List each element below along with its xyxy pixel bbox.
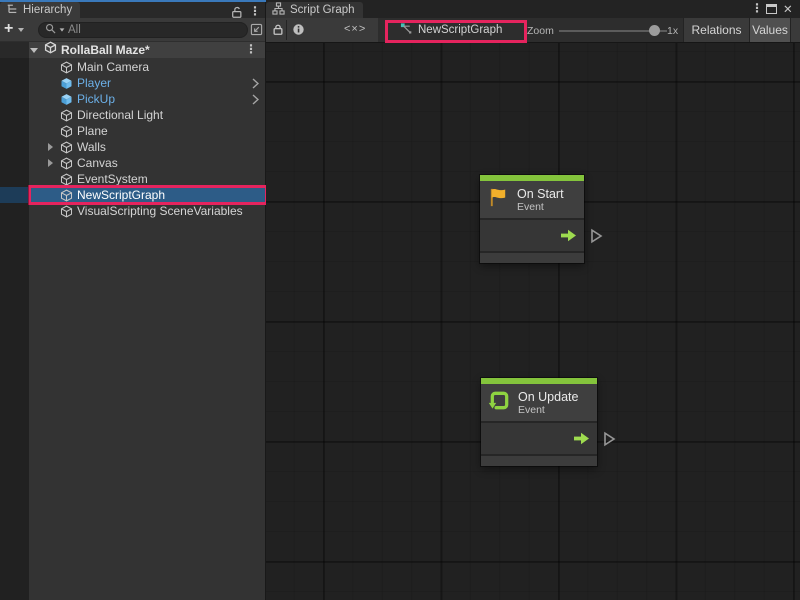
toolbar-separator bbox=[286, 20, 287, 40]
scene-foldout-icon[interactable] bbox=[30, 48, 38, 53]
relations-toggle-button[interactable]: Relations bbox=[684, 18, 749, 42]
item-label: VisualScripting SceneVariables bbox=[77, 204, 243, 218]
gameobject-cube-icon bbox=[59, 172, 73, 186]
values-toggle-button[interactable]: Values bbox=[750, 18, 790, 42]
tab-script-graph-label: Script Graph bbox=[290, 4, 355, 16]
hierarchy-tree: RollaBall Maze* ⋮ Main Camera Player PickU… bbox=[0, 42, 265, 600]
graph-canvas[interactable]: On StartEventOn UpdateEvent bbox=[266, 43, 800, 600]
script-graph-tabstrip: Script Graph ⋮ ✕ bbox=[266, 0, 800, 18]
hierarchy-item-eventsystem[interactable]: EventSystem bbox=[0, 171, 265, 187]
search-type-caret-icon[interactable] bbox=[60, 28, 65, 31]
zoom-slider-handle[interactable] bbox=[649, 25, 660, 36]
node-header: On UpdateEvent bbox=[481, 384, 597, 421]
hierarchy-icon bbox=[6, 3, 18, 18]
node-subtitle: Event bbox=[517, 201, 564, 213]
item-label: Directional Light bbox=[77, 108, 163, 122]
zoom-label: Zoom bbox=[527, 25, 554, 37]
item-label: NewScriptGraph bbox=[77, 188, 165, 202]
unity-editor: Hierarchy ⋮ + All RollaBall Maze* ⋮ Main… bbox=[0, 0, 800, 600]
dim-toggle-button[interactable]: Dim bbox=[791, 18, 800, 42]
output-port-triangle-icon[interactable] bbox=[590, 228, 603, 249]
hierarchy-search-input[interactable]: All bbox=[38, 22, 248, 38]
item-label: Walls bbox=[77, 140, 106, 154]
node-port-row bbox=[481, 423, 597, 454]
output-port-triangle-icon[interactable] bbox=[603, 431, 616, 452]
maximize-icon[interactable] bbox=[766, 4, 777, 14]
tab-hierarchy-label: Hierarchy bbox=[23, 4, 72, 16]
gameobject-cube-icon bbox=[59, 188, 73, 202]
scene-menu-kebab-icon[interactable]: ⋮ bbox=[245, 44, 257, 55]
script-graph-icon bbox=[272, 2, 285, 18]
item-label: Canvas bbox=[77, 156, 118, 170]
item-label: PickUp bbox=[77, 92, 115, 106]
hierarchy-item-player[interactable]: Player bbox=[0, 75, 265, 91]
gameobject-cube-icon bbox=[59, 204, 73, 218]
lock-icon[interactable] bbox=[272, 23, 284, 41]
hierarchy-item-newscriptgraph[interactable]: NewScriptGraph bbox=[0, 187, 265, 203]
item-label: Player bbox=[77, 76, 111, 90]
scene-name: RollaBall Maze* bbox=[61, 43, 150, 57]
create-dropdown-caret-icon[interactable] bbox=[18, 28, 24, 32]
hierarchy-toolbar: + All bbox=[0, 18, 265, 42]
gameobject-cube-icon bbox=[59, 124, 73, 138]
zoom-control: Zoom 1x bbox=[521, 18, 686, 42]
info-icon[interactable] bbox=[292, 23, 305, 41]
gameobject-cube-icon bbox=[59, 140, 73, 154]
hierarchy-panel: Hierarchy ⋮ + All RollaBall Maze* ⋮ Main… bbox=[0, 0, 266, 600]
prefab-open-chevron-icon[interactable] bbox=[252, 94, 259, 108]
gameobject-cube-icon bbox=[59, 60, 73, 74]
tab-script-graph[interactable]: Script Graph bbox=[266, 2, 363, 18]
script-graph-toolbar: <×> NewScriptGraph Zoom 1x Relations Val… bbox=[266, 18, 800, 43]
gameobject-cube-icon bbox=[59, 108, 73, 122]
search-placeholder: All bbox=[68, 23, 81, 37]
hierarchy-item-pickup[interactable]: PickUp bbox=[0, 91, 265, 107]
hierarchy-item-walls[interactable]: Walls bbox=[0, 139, 265, 155]
foldout-icon[interactable] bbox=[45, 159, 55, 167]
item-label: Main Camera bbox=[77, 60, 149, 74]
zoom-value: 1x bbox=[667, 25, 678, 37]
node-footer bbox=[480, 253, 584, 263]
hierarchy-item-main-camera[interactable]: Main Camera bbox=[0, 59, 265, 75]
node-on-update[interactable]: On UpdateEvent bbox=[481, 378, 597, 466]
variables-toggle[interactable]: <×> bbox=[344, 23, 366, 35]
node-subtitle: Event bbox=[518, 404, 578, 416]
hierarchy-tabstrip: Hierarchy ⋮ bbox=[0, 2, 265, 18]
node-port-row bbox=[480, 220, 584, 251]
window-menu-kebab-icon[interactable]: ⋮ bbox=[751, 3, 763, 14]
node-title: On Start bbox=[517, 187, 564, 201]
item-label: EventSystem bbox=[77, 172, 148, 186]
flow-output-arrow-icon[interactable] bbox=[573, 432, 590, 450]
search-icon bbox=[45, 21, 56, 39]
unity-scene-icon bbox=[44, 41, 57, 59]
close-icon[interactable]: ✕ bbox=[783, 2, 793, 16]
node-footer bbox=[481, 456, 597, 466]
item-label: Plane bbox=[77, 124, 108, 138]
flag-icon bbox=[487, 186, 510, 214]
hierarchy-menu-kebab-icon[interactable]: ⋮ bbox=[249, 6, 261, 17]
breadcrumb-label: NewScriptGraph bbox=[418, 24, 502, 36]
prefab-open-chevron-icon[interactable] bbox=[252, 78, 259, 92]
scene-row[interactable]: RollaBall Maze* ⋮ bbox=[0, 42, 265, 58]
hierarchy-item-plane[interactable]: Plane bbox=[0, 123, 265, 139]
node-header: On StartEvent bbox=[480, 181, 584, 218]
hierarchy-item-directional-light[interactable]: Directional Light bbox=[0, 107, 265, 123]
breadcrumb-graph-button[interactable]: NewScriptGraph bbox=[390, 20, 512, 40]
flow-output-arrow-icon[interactable] bbox=[560, 229, 577, 247]
hierarchy-item-canvas[interactable]: Canvas bbox=[0, 155, 265, 171]
foldout-icon[interactable] bbox=[45, 143, 55, 151]
node-title: On Update bbox=[518, 390, 578, 404]
create-object-button[interactable]: + bbox=[4, 21, 13, 37]
tab-hierarchy[interactable]: Hierarchy bbox=[0, 2, 80, 18]
open-search-window-icon[interactable] bbox=[250, 23, 264, 37]
graph-asset-icon bbox=[400, 22, 413, 38]
prefab-cube-icon bbox=[59, 76, 73, 90]
prefab-cube-icon bbox=[59, 92, 73, 106]
script-graph-panel: Script Graph ⋮ ✕ <×> NewScriptGraph Zoom… bbox=[266, 0, 800, 600]
gameobject-cube-icon bbox=[59, 156, 73, 170]
loop-icon bbox=[488, 389, 511, 417]
hierarchy-item-visualscripting-scenevariables[interactable]: VisualScripting SceneVariables bbox=[0, 203, 265, 219]
node-on-start[interactable]: On StartEvent bbox=[480, 175, 584, 263]
